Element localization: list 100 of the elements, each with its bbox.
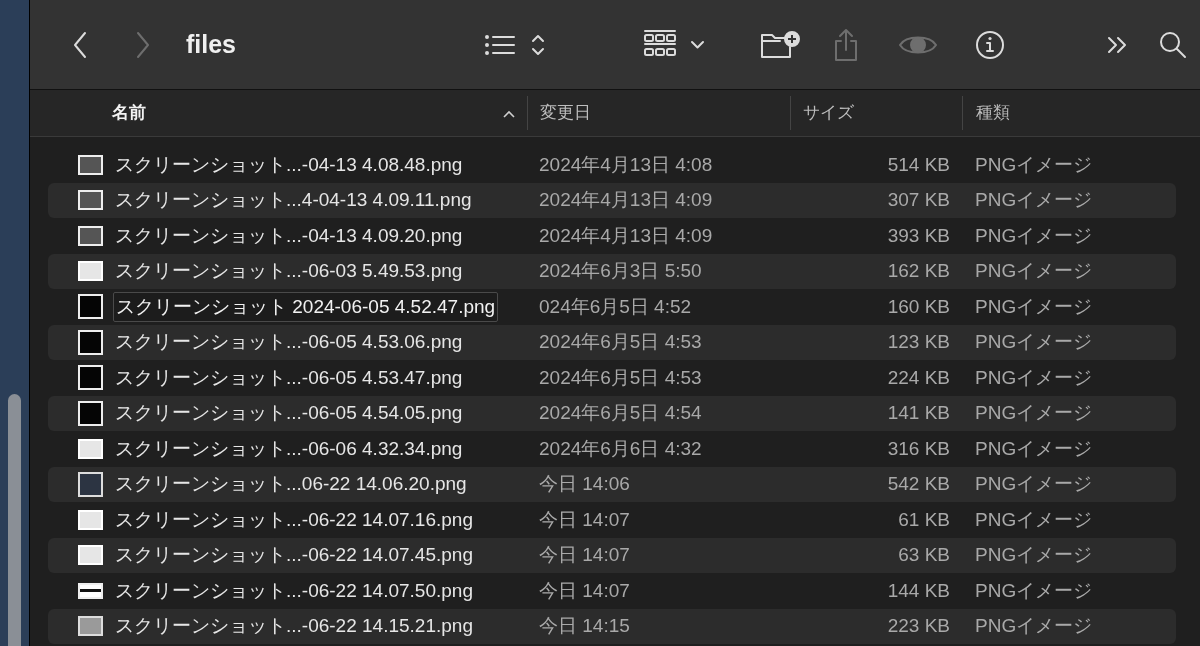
column-header[interactable]: 名前	[112, 100, 146, 126]
file-name[interactable]: スクリーンショット...-04-13 4.08.48.png	[113, 150, 465, 179]
file-name[interactable]: スクリーンショット...-04-13 4.09.20.png	[113, 221, 465, 250]
modified-date: 今日 14:07	[538, 543, 631, 567]
file-name[interactable]: スクリーンショット...-06-22 14.07.50.png	[113, 576, 475, 605]
file-name[interactable]: スクリーンショット...-06-22 14.07.45.png	[113, 541, 475, 570]
chevron-left-icon	[72, 30, 88, 59]
file-size: 162 KB	[886, 259, 950, 283]
image-thumbnail-icon	[78, 154, 103, 175]
file-size: 144 KB	[886, 578, 950, 603]
file-kind: PNGイメージ	[974, 188, 1093, 212]
file-name[interactable]: スクリーンショット...-06-05 4.54.05.png	[113, 399, 465, 428]
file-size: 307 KB	[886, 188, 950, 212]
file-size: 63 KB	[897, 543, 950, 567]
file-kind: PNGイメージ	[974, 507, 1093, 532]
file-kind: PNGイメージ	[974, 294, 1093, 319]
file-name[interactable]: スクリーンショット...06-22 14.06.20.png	[113, 470, 469, 499]
file-name[interactable]: スクリーンショット...-06-05 4.53.06.png	[113, 328, 465, 357]
file-kind: PNGイメージ	[974, 223, 1093, 248]
chevron-down-icon	[690, 39, 705, 50]
file-size: 160 KB	[886, 294, 950, 319]
file-size: 123 KB	[886, 330, 950, 354]
file-kind: PNGイメージ	[974, 152, 1093, 177]
scrollbar-thumb[interactable]	[8, 394, 21, 646]
column-header[interactable]: 種類	[976, 100, 1010, 126]
column-header[interactable]: サイズ	[803, 100, 854, 126]
modified-date: 024年6月5日 4:52	[538, 294, 693, 319]
image-thumbnail-icon	[78, 365, 103, 391]
image-thumbnail-icon	[78, 190, 103, 211]
modified-date: 2024年6月5日 4:54	[538, 401, 703, 425]
file-name[interactable]: スクリーンショット...-06-06 4.32.34.png	[113, 434, 465, 463]
file-kind: PNGイメージ	[974, 472, 1093, 496]
file-row[interactable]: スクリーンショット...-04-13 4.08.48.png 2024年4月13日 4:08 514 KB PNGイメージ	[48, 147, 1176, 183]
file-row[interactable]: スクリーンショット...4-04-13 4.09.11.png 2024年4月13日 4:09 307 KB PNGイメージ	[48, 182, 1176, 218]
modified-date: 2024年6月6日 4:32	[538, 436, 703, 461]
up-down-chevron-icon	[531, 32, 545, 57]
chevron-right-icon	[135, 30, 151, 59]
image-thumbnail-icon	[78, 225, 103, 246]
modified-date: 2024年6月5日 4:53	[538, 365, 703, 390]
image-thumbnail-icon	[78, 400, 103, 426]
window-title: files	[186, 28, 238, 60]
share-icon	[832, 27, 860, 62]
file-row[interactable]: スクリーンショット...-06-22 14.07.45.png 今日 14:07 63 KB PNGイメージ	[48, 537, 1176, 573]
file-kind: PNGイメージ	[974, 614, 1093, 638]
modified-date: 今日 14:15	[538, 614, 631, 638]
file-kind: PNGイメージ	[974, 578, 1093, 603]
file-name[interactable]: スクリーンショット...-06-22 14.07.16.png	[113, 505, 475, 534]
expanded-file-name[interactable]: スクリーンショット 2024-06-05 4.52.47.png	[113, 291, 499, 322]
file-size: 61 KB	[897, 507, 950, 532]
file-size: 514 KB	[886, 152, 950, 177]
image-thumbnail-icon	[78, 438, 103, 459]
file-row[interactable]: スクリーンショット...-06-22 14.15.21.png 今日 14:15 223 KB PNGイメージ	[48, 608, 1176, 644]
image-thumbnail-icon	[78, 545, 103, 566]
search-icon	[1158, 29, 1188, 60]
file-kind: PNGイメージ	[974, 330, 1093, 354]
folder-plus-icon	[760, 28, 800, 61]
file-name[interactable]: スクリーンショット...-06-22 14.15.21.png	[113, 612, 475, 641]
file-row[interactable]: スクリーンショット...06-22 14.06.20.png 今日 14:06 542 KB PNGイメージ	[48, 466, 1176, 502]
file-size: 542 KB	[886, 472, 950, 496]
file-size: 316 KB	[886, 436, 950, 461]
file-row[interactable]: スクリーンショット...-06-05 4.54.05.png 2024年6月5日 4:54 141 KB PNGイメージ	[48, 395, 1176, 431]
file-row[interactable]: スクリーンショット...-06-05 4.53.47.png 2024年6月5日 4:53 224 KB PNGイメージ	[48, 360, 1176, 396]
file-kind: PNGイメージ	[974, 543, 1093, 567]
image-thumbnail-icon	[78, 261, 103, 282]
file-row[interactable]: スクリーンショット...-06-06 4.32.34.png 2024年6月6日 4:32 316 KB PNGイメージ	[48, 431, 1176, 467]
modified-date: 2024年6月3日 5:50	[538, 259, 703, 283]
file-name[interactable]: スクリーンショット...4-04-13 4.09.11.png	[113, 186, 474, 215]
sort-caret-icon[interactable]	[503, 109, 515, 118]
file-row[interactable]: スクリーンショット...-06-22 14.07.50.png 今日 14:07 144 KB PNGイメージ	[48, 573, 1176, 609]
image-thumbnail-icon	[78, 294, 103, 320]
modified-date: 2024年4月13日 4:09	[538, 188, 714, 212]
info-icon	[975, 29, 1005, 60]
image-thumbnail-icon	[78, 616, 103, 637]
image-thumbnail-icon	[78, 509, 103, 530]
file-name[interactable]: スクリーンショット...-06-03 5.49.53.png	[113, 257, 465, 286]
image-thumbnail-icon	[78, 329, 103, 355]
file-name[interactable]: スクリーンショット...-06-05 4.53.47.png	[113, 363, 465, 392]
column-header[interactable]: 変更日	[540, 100, 591, 126]
file-size: 224 KB	[886, 365, 950, 390]
list-icon	[484, 33, 516, 56]
file-row[interactable]: スクリーンショット...-04-13 4.09.20.png 2024年4月13日 4:09 393 KB PNGイメージ	[48, 218, 1176, 254]
modified-date: 今日 14:06	[538, 472, 631, 496]
modified-date: 2024年6月5日 4:53	[538, 330, 703, 354]
file-kind: PNGイメージ	[974, 365, 1093, 390]
image-thumbnail-icon	[78, 582, 103, 599]
file-size: 393 KB	[886, 223, 950, 248]
file-row[interactable]: スクリーンショット...-06-03 5.49.53.png 2024年6月3日 5:50 162 KB PNGイメージ	[48, 253, 1176, 289]
modified-date: 今日 14:07	[538, 578, 631, 603]
file-kind: PNGイメージ	[974, 259, 1093, 283]
file-size: 223 KB	[886, 614, 950, 638]
modified-date: 今日 14:07	[538, 507, 631, 532]
file-size: 141 KB	[886, 401, 950, 425]
file-row[interactable]: スクリーンショット...-06-05 4.53.06.png 2024年6月5日 4:53 123 KB PNGイメージ	[48, 324, 1176, 360]
modified-date: 2024年4月13日 4:08	[538, 152, 714, 177]
image-thumbnail-icon	[78, 471, 103, 497]
file-kind: PNGイメージ	[974, 401, 1093, 425]
file-row[interactable]: スクリーンショット...-06-22 14.07.16.png 今日 14:07 61 KB PNGイメージ	[48, 502, 1176, 538]
modified-date: 2024年4月13日 4:09	[538, 223, 714, 248]
file-kind: PNGイメージ	[974, 436, 1093, 461]
file-row[interactable]: スクリーンショット 2024-06-05 4.52.47.png 024年6月5日 4:52 160 KB PNGイメージ	[48, 289, 1176, 325]
